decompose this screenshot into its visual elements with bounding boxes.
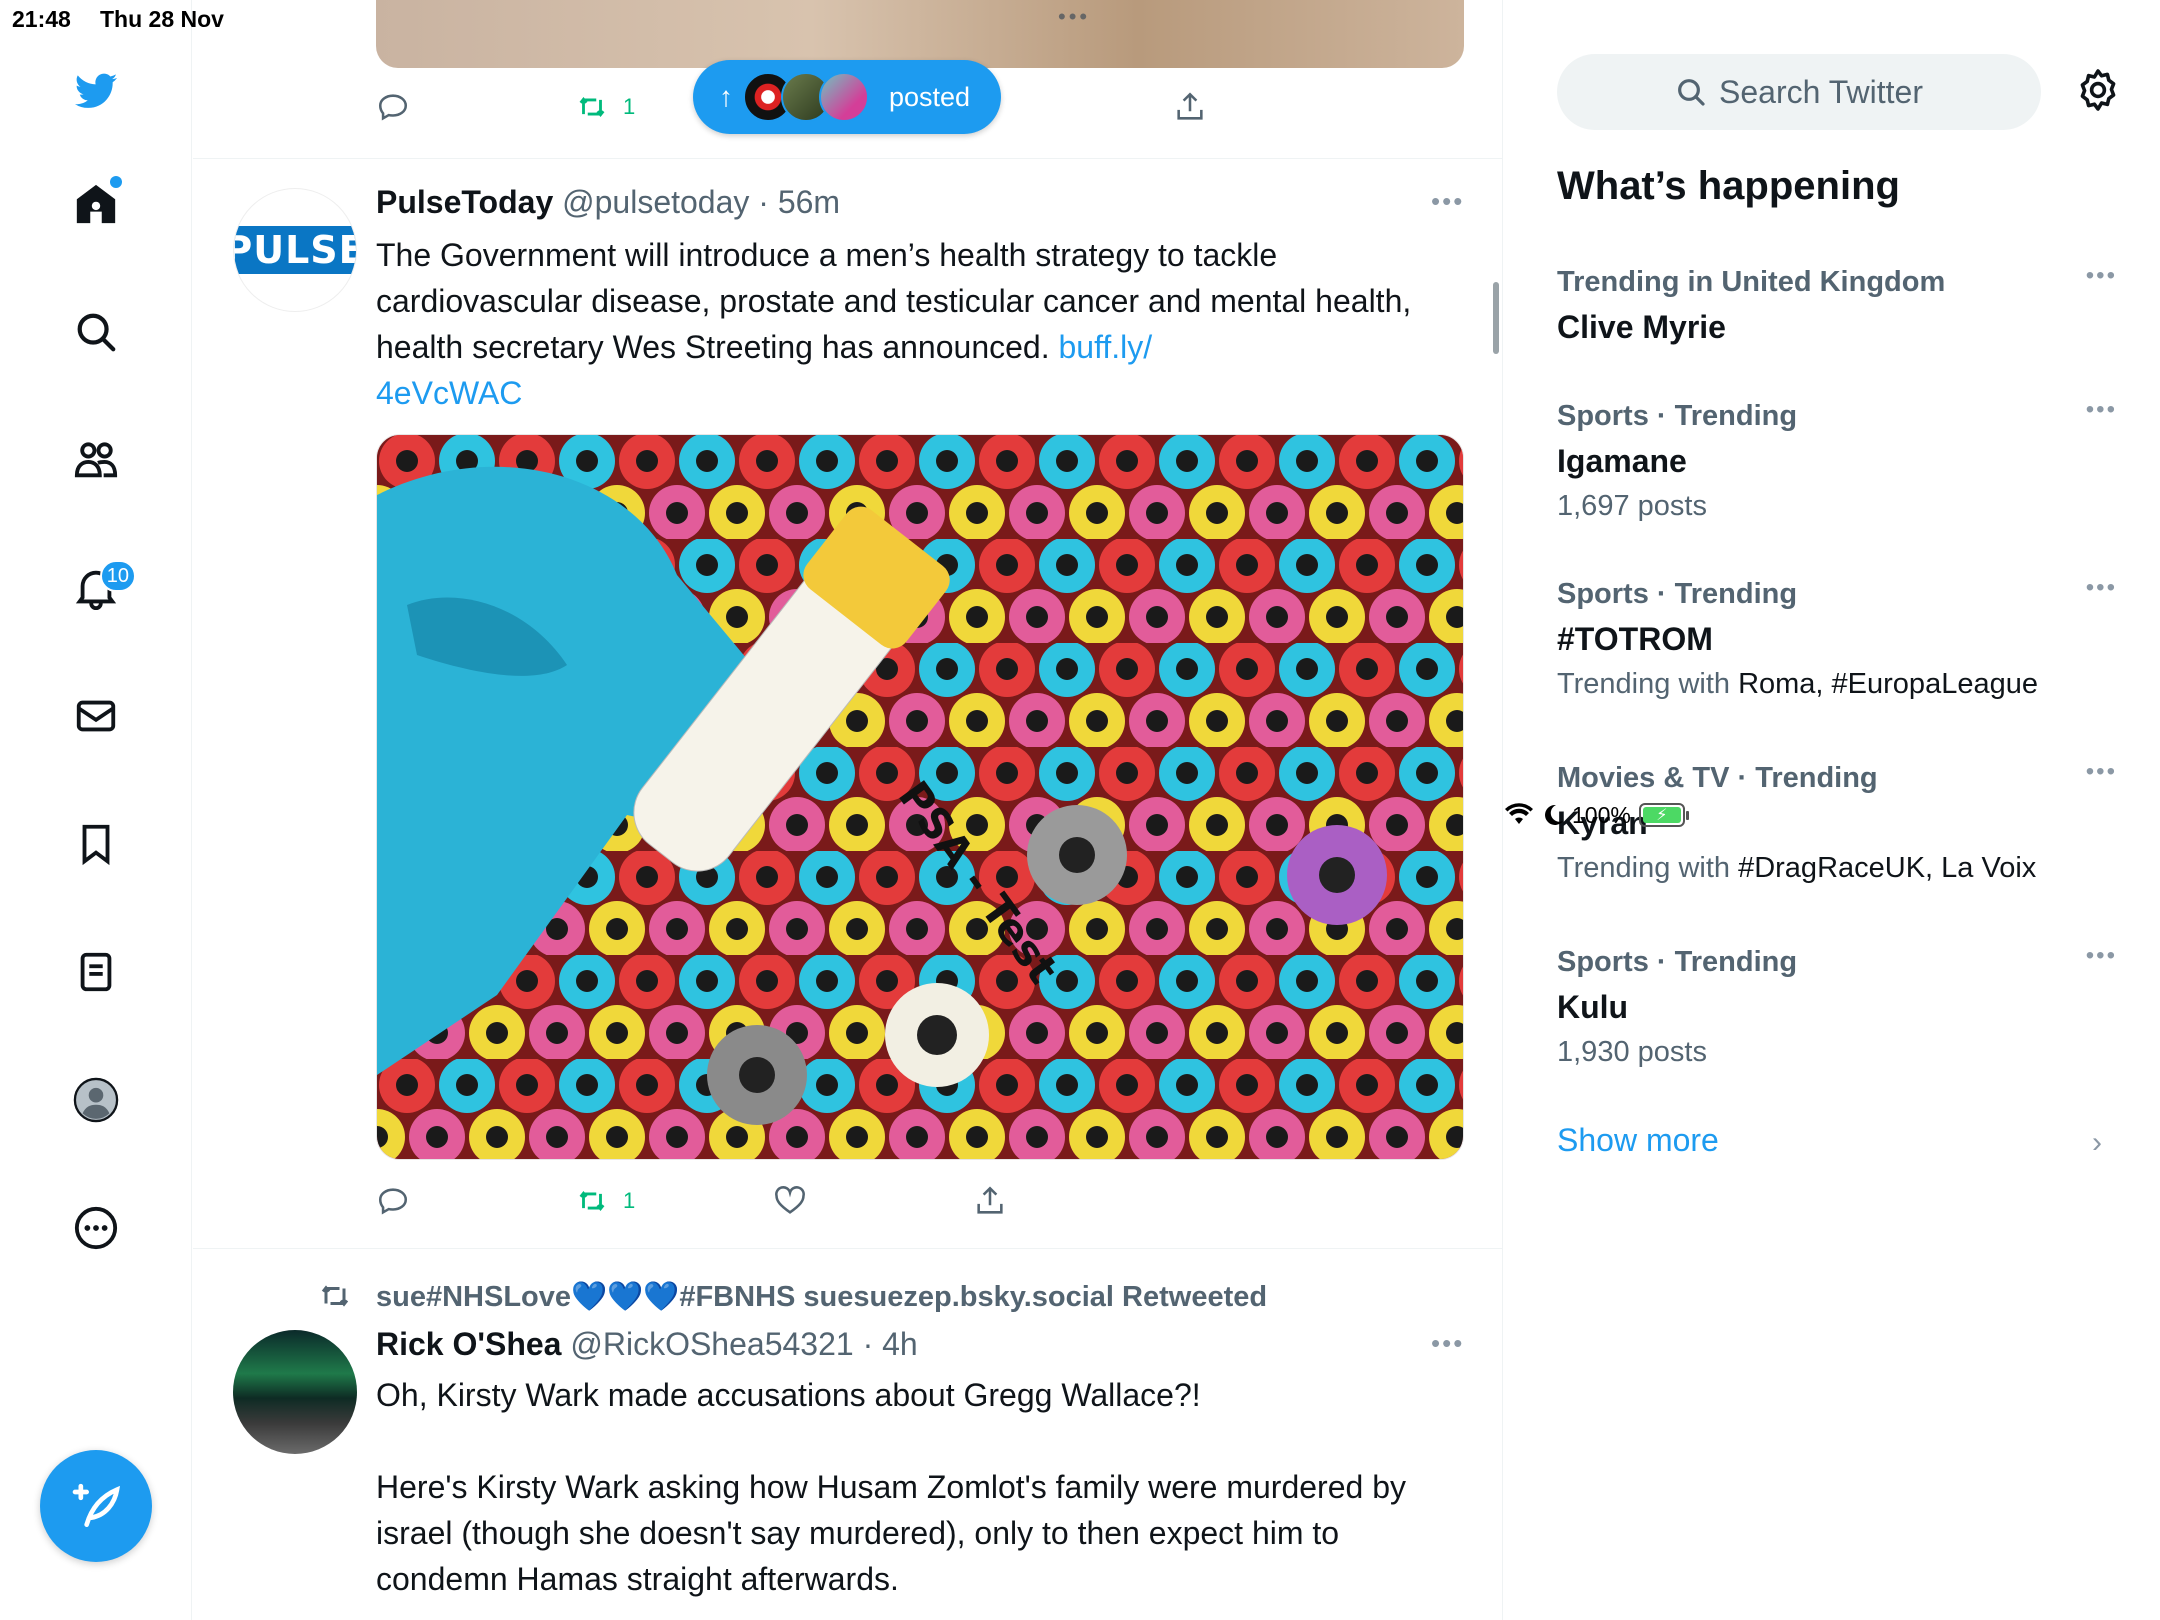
twitter-logo-icon[interactable] xyxy=(62,58,130,126)
moon-icon xyxy=(1545,804,1563,825)
tweet-text-line1: Oh, Kirsty Wark made accusations about G… xyxy=(376,1377,1201,1413)
communities-icon xyxy=(74,442,118,478)
wifi-icon xyxy=(1505,803,1533,824)
status-time: 21:48 xyxy=(12,6,71,32)
retweet-icon xyxy=(579,1190,605,1212)
tweet-more-icon[interactable]: ••• xyxy=(1431,186,1464,217)
new-posts-pill[interactable]: ↑ posted xyxy=(693,60,1001,134)
tweet-more-icon[interactable]: ••• xyxy=(1431,1328,1464,1359)
reply-icon xyxy=(378,94,408,121)
retweeted-icon xyxy=(321,1285,349,1307)
author-name[interactable]: PulseToday xyxy=(376,184,553,220)
battery-percent: 100% xyxy=(1572,801,1631,828)
timeline-feed[interactable]: 1 ↑ posted PULSE PulseToday @pulsetoday … xyxy=(193,0,1503,1620)
tweet-text: The Government will introduce a men’s he… xyxy=(376,232,1476,416)
share-button[interactable] xyxy=(973,1184,1007,1218)
tweet-time[interactable]: 56m xyxy=(778,184,840,220)
reply-icon xyxy=(378,1188,408,1215)
nav-lists[interactable] xyxy=(62,938,130,1006)
nav-bookmarks[interactable] xyxy=(62,810,130,878)
retweet-button[interactable]: 1 xyxy=(575,1184,635,1218)
pill-avatar-3 xyxy=(819,72,869,122)
prev-reply-button[interactable] xyxy=(376,90,410,124)
reply-button[interactable] xyxy=(376,1184,410,1218)
home-icon xyxy=(76,184,116,224)
multitasking-dots-icon[interactable]: ••• xyxy=(1058,4,1090,30)
new-posts-label: posted xyxy=(889,81,971,112)
heart-icon xyxy=(775,1186,805,1214)
status-right: 100% ⚡ xyxy=(1504,5,2160,1620)
psa-test-photo: PSA - Test xyxy=(377,435,1463,1159)
compose-tweet-button[interactable] xyxy=(40,1450,152,1562)
search-icon xyxy=(77,313,116,352)
home-unread-dot xyxy=(110,176,122,188)
status-bar: 21:48 Thu 28 Nov ••• 100% ⚡ xyxy=(0,0,2160,828)
share-icon xyxy=(1177,92,1203,120)
rickoshea-avatar[interactable] xyxy=(233,1330,357,1454)
status-date: Thu 28 Nov xyxy=(100,6,224,32)
tweet-text-para2: Here's Kirsty Wark asking how Husam Zoml… xyxy=(376,1469,1406,1597)
arrow-up-icon: ↑ xyxy=(719,81,733,112)
compose-feather-icon xyxy=(72,1483,121,1527)
nav-more[interactable] xyxy=(62,1194,130,1262)
nav-profile[interactable] xyxy=(62,1066,130,1134)
prev-retweet-count: 1 xyxy=(623,94,636,119)
retweet-icon xyxy=(579,96,605,118)
nav-home[interactable] xyxy=(62,170,130,238)
profile-avatar-icon xyxy=(73,1077,119,1123)
scrollbar[interactable] xyxy=(1493,282,1499,354)
nav-explore[interactable] xyxy=(62,298,130,366)
like-button[interactable] xyxy=(773,1184,807,1218)
bookmark-icon xyxy=(82,824,110,866)
pulsetoday-avatar[interactable]: PULSE xyxy=(233,188,357,312)
mail-icon xyxy=(76,700,116,732)
tweet-header: PulseToday @pulsetoday · 56m xyxy=(376,184,841,220)
nav-messages[interactable] xyxy=(62,682,130,750)
battery-icon: ⚡ xyxy=(1638,803,1689,827)
retweeted-by-label[interactable]: sue#NHSLove💙💙💙#FBNHS suesuezep.bsky.soci… xyxy=(376,1280,1267,1314)
nav-notifications[interactable]: 10 xyxy=(62,554,136,622)
retweet-count: 1 xyxy=(623,1188,636,1213)
sidebar: 10 xyxy=(0,0,192,1620)
tweet-body: The Government will introduce a men’s he… xyxy=(376,237,1412,365)
pulse-logo-text: PULSE xyxy=(234,226,356,274)
tweet-image[interactable]: PSA - Test xyxy=(376,434,1464,1160)
share-icon xyxy=(977,1186,1003,1214)
bird-icon xyxy=(74,73,118,108)
nav-communities[interactable] xyxy=(62,426,130,494)
tweet-divider xyxy=(193,1248,1502,1249)
author-handle[interactable]: @pulsetoday xyxy=(562,184,749,220)
prev-retweet-button[interactable]: 1 xyxy=(575,90,635,124)
author-name[interactable]: Rick O'Shea xyxy=(376,1326,561,1362)
author-handle[interactable]: @RickOShea54321 xyxy=(570,1326,853,1362)
notifications-badge: 10 xyxy=(99,560,136,592)
prev-share-button[interactable] xyxy=(1173,90,1207,124)
list-icon xyxy=(80,952,112,992)
tweet-header: Rick O'Shea @RickOShea54321 · 4h xyxy=(376,1326,918,1362)
tweet-divider xyxy=(193,158,1502,159)
tweet-time[interactable]: 4h xyxy=(882,1326,918,1362)
more-circle-icon xyxy=(74,1206,118,1250)
